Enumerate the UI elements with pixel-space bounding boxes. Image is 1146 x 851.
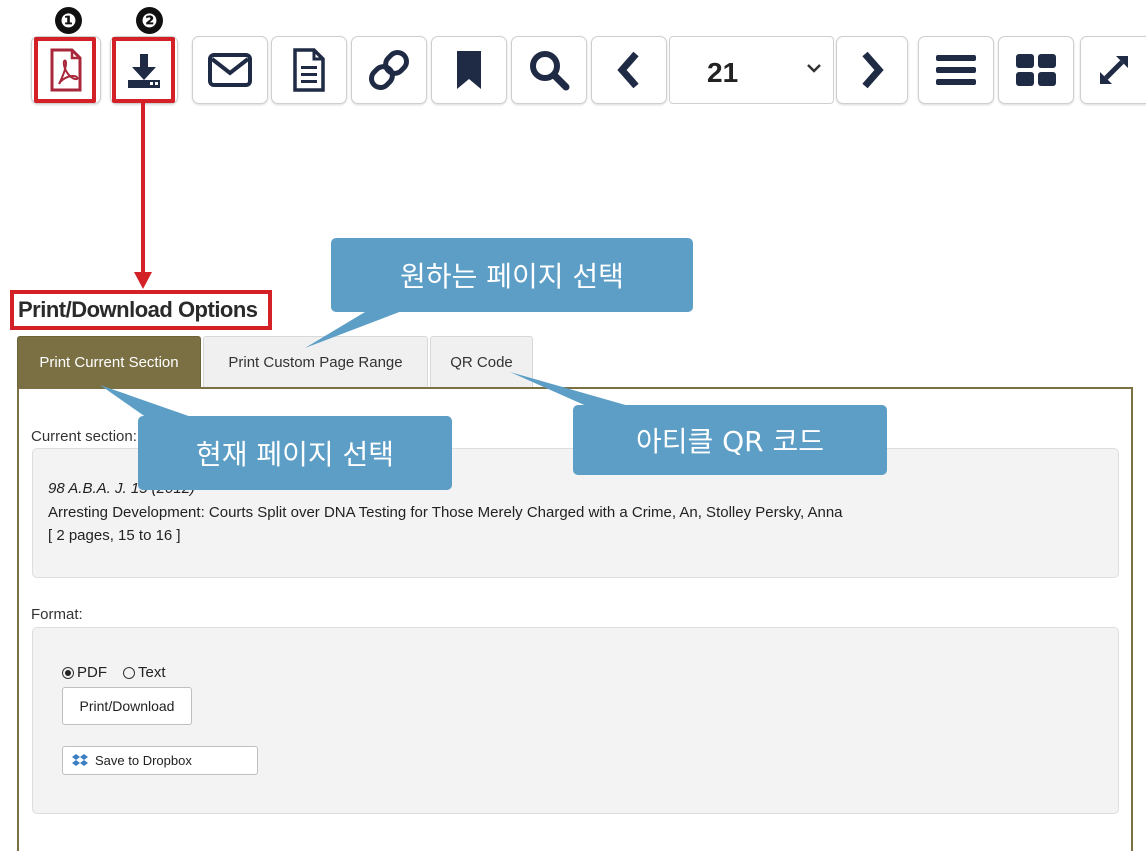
callout-current-page: 현재 페이지 선택 (138, 416, 452, 490)
callout-qr-code: 아티클 QR 코드 (573, 405, 887, 475)
callout-select-pages: 원하는 페이지 선택 (331, 238, 693, 312)
